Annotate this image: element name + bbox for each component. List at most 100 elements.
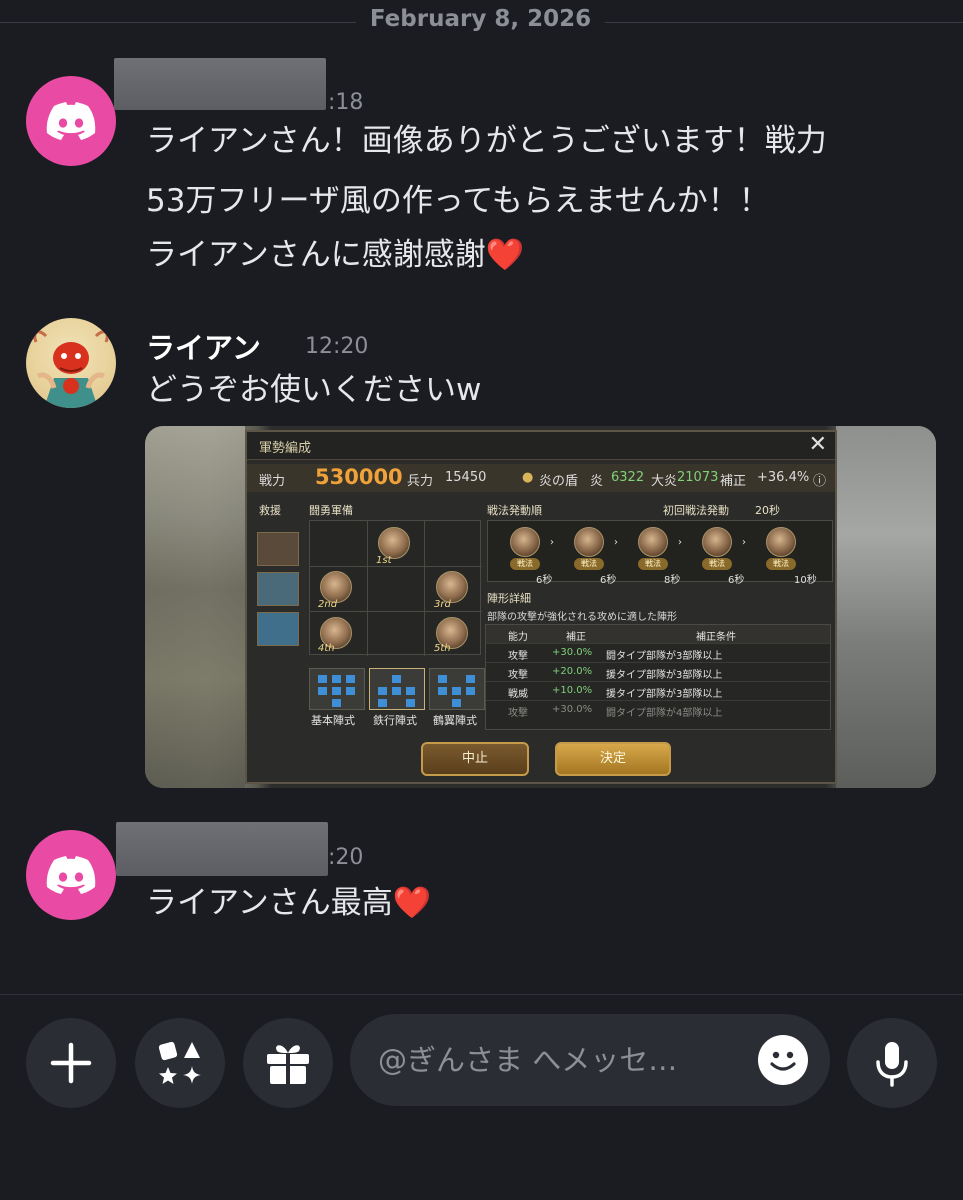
support-label: 救援 — [259, 504, 281, 517]
grid-line — [424, 521, 425, 656]
formation-name: 鉄行陣式 — [373, 714, 417, 727]
first-tactic-time: 20秒 — [755, 504, 780, 517]
microphone-icon — [876, 1042, 908, 1087]
background-blur-right — [836, 426, 936, 788]
formation-dot — [438, 675, 447, 683]
formation-grid: 1st 2nd 3rd 4th 5th — [309, 520, 482, 656]
table-cell: +30.0% — [552, 647, 593, 658]
table-row: 攻撃 +30.0% 闘タイプ部隊が3部隊以上 — [486, 643, 830, 662]
table-header-cell: 能力 — [508, 632, 528, 643]
game-confirm-button: 決定 — [555, 742, 671, 776]
background-blur-left — [145, 426, 245, 788]
discord-logo-icon — [46, 856, 96, 894]
avatar[interactable] — [26, 76, 116, 166]
table-cell: 攻撃 — [508, 708, 528, 719]
grid-line — [310, 566, 482, 567]
avatar[interactable] — [26, 318, 116, 408]
table-row: 攻撃 +30.0% 闘タイプ部隊が4部隊以上 — [486, 700, 830, 719]
apps-button[interactable] — [135, 1018, 225, 1108]
table-cell: 援タイプ部隊が3部隊以上 — [606, 689, 723, 700]
avatar[interactable] — [26, 830, 116, 920]
emoji-button[interactable] — [758, 1035, 808, 1085]
message-input[interactable] — [378, 1038, 758, 1082]
date-divider: February 8, 2026 — [0, 0, 963, 46]
table-header-cell: 補正条件 — [696, 632, 736, 643]
message-timestamp: :18 — [328, 90, 364, 115]
power-label: 戦力 — [259, 474, 286, 489]
panel-title: 軍勢編成 — [259, 441, 312, 456]
plus-icon — [50, 1042, 92, 1084]
tactic-seconds: 8秒 — [664, 575, 681, 586]
table-row: 戦威 +10.0% 援タイプ部隊が3部隊以上 — [486, 681, 830, 700]
gift-button[interactable] — [243, 1018, 333, 1108]
table-cell: 闘タイプ部隊が3部隊以上 — [606, 651, 723, 662]
troops-label: 兵力 — [407, 474, 434, 489]
hero-order: 2nd — [318, 599, 338, 610]
tactic-hero — [638, 527, 668, 557]
formation-dot — [438, 687, 447, 695]
character-avatar-icon — [33, 330, 109, 408]
support-portrait — [257, 572, 299, 606]
formation-dot — [452, 699, 461, 707]
formation-dot — [392, 687, 401, 695]
grid-line — [310, 611, 482, 612]
bonus-label: 補正 — [720, 474, 747, 489]
element-label: 炎 — [590, 474, 604, 489]
date-label: February 8, 2026 — [369, 6, 592, 32]
table-header-cell: 補正 — [566, 632, 586, 643]
message-timestamp: 12:20 — [305, 334, 369, 359]
redacted-username — [116, 822, 328, 876]
formation-description: 部隊の攻撃が強化される攻めに適した陣形 — [487, 612, 677, 623]
author-name[interactable]: ライアン — [146, 325, 261, 367]
formation-option — [309, 668, 365, 710]
formation-dot — [466, 687, 475, 695]
composer-divider — [0, 994, 963, 995]
formation-dot — [332, 675, 341, 683]
arrow-icon: › — [614, 537, 618, 548]
big-label: 大炎 — [651, 474, 678, 489]
shield-label: 炎の盾 — [539, 474, 579, 489]
table-cell: +20.0% — [552, 666, 593, 677]
redacted-username — [114, 58, 326, 110]
support-portrait — [257, 532, 299, 566]
voice-message-button[interactable] — [847, 1018, 937, 1108]
element-value: 6322 — [611, 470, 645, 485]
add-attachment-button[interactable] — [26, 1018, 116, 1108]
emoji-icon — [770, 1051, 796, 1071]
first-tactic-label: 初回戦法発動 — [663, 504, 729, 517]
formation-dot — [378, 687, 387, 695]
table-cell: +30.0% — [552, 704, 593, 715]
arrow-icon: › — [742, 537, 746, 548]
table-cell: 攻撃 — [508, 670, 528, 681]
table-cell: +10.0% — [552, 685, 593, 696]
formation-dot — [378, 699, 387, 707]
message-text: ライアンさんに感謝感謝 — [146, 237, 486, 273]
table-cell: 闘タイプ部隊が4部隊以上 — [606, 708, 723, 719]
heart-emoji: ❤️ — [485, 237, 525, 273]
formation-dot — [392, 675, 401, 683]
tactic-hero — [574, 527, 604, 557]
formation-dot — [332, 699, 341, 707]
formation-option — [369, 668, 425, 710]
image-attachment[interactable]: 軍勢編成 ✕ 戦力 530000 兵力 15450 ● 炎の盾 炎 6322 大… — [145, 426, 936, 788]
gift-icon — [267, 1045, 309, 1084]
formation-label: 闘勇軍備 — [309, 504, 353, 517]
tactic-seconds: 6秒 — [600, 575, 617, 586]
formation-dot — [452, 687, 461, 695]
hero-order: 3rd — [434, 599, 451, 610]
message-composer[interactable] — [350, 1014, 830, 1106]
apps-icon — [158, 1041, 201, 1084]
bonus-value: +36.4% — [757, 470, 810, 485]
panel-header: 軍勢編成 ✕ — [247, 432, 835, 460]
tactic-badge: 戦法 — [702, 558, 732, 570]
tactic-badge: 戦法 — [766, 558, 796, 570]
info-icon: ⓘ — [813, 474, 827, 489]
divider-line-right — [605, 22, 963, 23]
game-formation-panel: 軍勢編成 ✕ 戦力 530000 兵力 15450 ● 炎の盾 炎 6322 大… — [245, 430, 837, 784]
message-text: どうぞお使いくださいw — [146, 372, 482, 408]
message-text-line-3: ライアンさんに感謝感謝❤️ — [146, 229, 524, 281]
message-text: ライアンさん最高 — [146, 885, 393, 921]
message-text-line-2: 53万フリーザ風の作ってもらえませんか！！ — [146, 183, 770, 219]
message-timestamp: :20 — [328, 845, 364, 870]
table-header: 能力 補正 補正条件 — [486, 625, 830, 643]
